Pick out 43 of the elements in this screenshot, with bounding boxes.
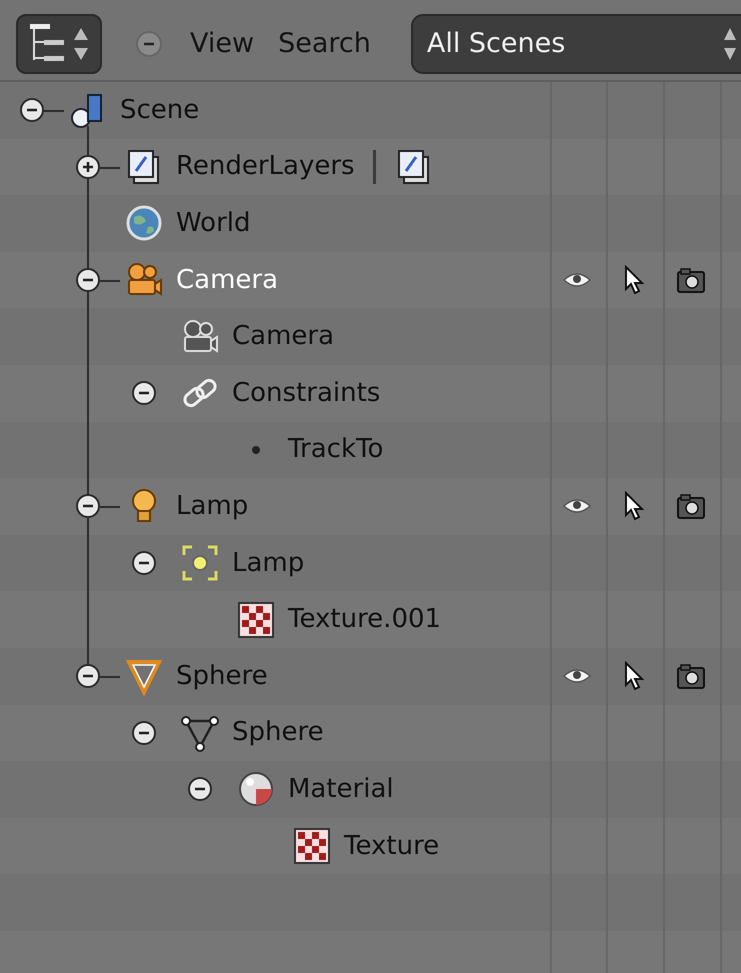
menu-item[interactable]: Search	[266, 24, 383, 64]
tree-item-label[interactable]: Sphere	[176, 656, 268, 696]
eye-icon[interactable]	[562, 497, 592, 516]
display-mode-button[interactable]	[16, 14, 102, 74]
tree-item-label[interactable]: Camera	[176, 260, 278, 300]
tree-item-label[interactable]: TrackTo	[288, 430, 384, 470]
tree-item-label[interactable]: RenderLayers	[176, 147, 355, 186]
plus-icon	[81, 160, 95, 174]
expand-toggle[interactable]	[76, 154, 100, 179]
expand-toggle[interactable]	[76, 268, 100, 292]
tree-item-label[interactable]: Lamp	[176, 486, 248, 526]
expand-toggle[interactable]	[76, 664, 100, 688]
checker-icon	[294, 828, 330, 864]
expand-toggle[interactable]	[20, 98, 44, 122]
tree-item-label[interactable]: Camera	[232, 317, 334, 356]
camera-icon[interactable]	[676, 492, 706, 520]
tree-item-label[interactable]: Lamp	[232, 544, 304, 583]
tree-item-label[interactable]: Scene	[120, 90, 200, 130]
lamp-icon	[180, 543, 220, 584]
tree-item-label[interactable]: Sphere	[232, 713, 324, 752]
cursor-icon[interactable]	[622, 491, 644, 522]
expand-toggle[interactable]	[132, 551, 156, 576]
camera-icon[interactable]	[676, 266, 706, 294]
expand-toggle[interactable]	[132, 381, 156, 406]
tree-item-label[interactable]: Material	[288, 770, 394, 809]
cursor-icon[interactable]	[622, 265, 644, 296]
collapse-toggle[interactable]	[136, 31, 162, 57]
camera-icon[interactable]	[676, 662, 706, 690]
tree-item-label[interactable]: Texture	[344, 826, 440, 866]
checker-icon	[238, 602, 274, 638]
tree-item-label[interactable]: World	[176, 204, 251, 243]
bullet-icon	[251, 444, 261, 455]
tree-item-label[interactable]: Constraints	[232, 374, 380, 413]
tree-item-label[interactable]: Texture.001	[288, 600, 442, 640]
globe-icon	[124, 203, 164, 244]
eye-icon[interactable]	[562, 667, 592, 686]
display-dropdown[interactable]: All Scenes	[410, 14, 741, 74]
menu-item[interactable]: View	[178, 24, 266, 64]
eye-icon[interactable]	[562, 271, 592, 290]
expand-toggle[interactable]	[132, 720, 156, 745]
expand-toggle[interactable]	[76, 494, 100, 518]
expand-toggle[interactable]	[188, 777, 212, 802]
cursor-icon[interactable]	[622, 661, 644, 692]
